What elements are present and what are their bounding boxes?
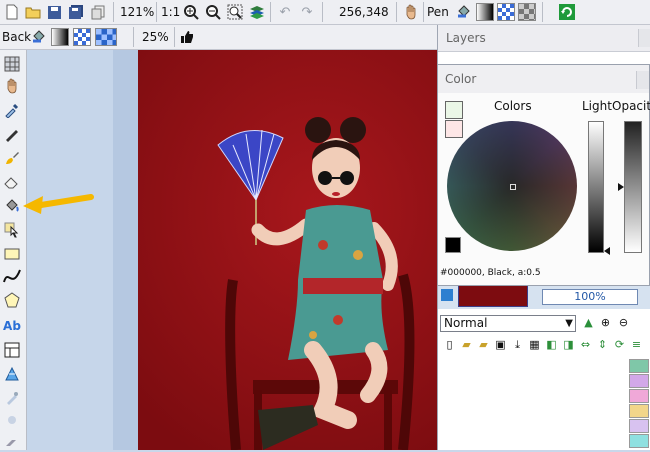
download-layer-icon[interactable]: ⤓: [510, 337, 525, 352]
main-toolbar: 121% 1:1 ↶ ↷ 256,348 Pen: [0, 0, 650, 25]
zoom-in-icon[interactable]: [182, 3, 200, 21]
zoom-out-icon[interactable]: [204, 3, 222, 21]
layer-grid-icon[interactable]: [441, 289, 453, 301]
coordinates-readout: 256,348: [339, 5, 389, 19]
color-readout: #000000, Black, a:0.5: [440, 268, 541, 278]
pattern-fill-swatch[interactable]: [497, 3, 515, 21]
new-layer-icon[interactable]: ▯: [442, 337, 457, 352]
undo-icon[interactable]: ↶: [276, 3, 294, 21]
triangle-icon[interactable]: ▲: [581, 315, 596, 330]
flip-layer-icon[interactable]: ◧: [544, 337, 559, 352]
color-window-title: Color: [445, 72, 477, 86]
smudge-tool-icon[interactable]: [2, 432, 22, 452]
palette-swatch[interactable]: [629, 404, 649, 418]
workspace-margin: [113, 50, 138, 450]
text-tool-icon[interactable]: Ab: [2, 316, 22, 336]
layers-title: Layers: [446, 31, 486, 45]
fill-bucket-icon[interactable]: [30, 28, 48, 46]
rotate-layer-icon[interactable]: ⟳: [612, 337, 627, 352]
merge-layer-icon[interactable]: ▣: [493, 337, 508, 352]
clone-tool-icon[interactable]: [2, 388, 22, 408]
actual-size-button[interactable]: 1:1: [161, 4, 180, 20]
blend-mode-value: Normal: [444, 316, 488, 330]
light-label: Light: [582, 99, 612, 113]
zoom-fit-icon[interactable]: [226, 3, 244, 21]
gradient-fill-swatch[interactable]: [476, 3, 494, 21]
palette-swatch[interactable]: [629, 359, 649, 373]
tool-name: Pen: [427, 5, 449, 19]
select-grid-icon[interactable]: [2, 54, 22, 74]
open-layer-icon[interactable]: ▰: [459, 337, 474, 352]
redo-icon[interactable]: ↷: [298, 3, 316, 21]
reset-colors-icon[interactable]: [445, 120, 463, 138]
brush-opacity-value[interactable]: 25%: [142, 29, 169, 45]
palette-swatch[interactable]: [629, 389, 649, 403]
zoom-value[interactable]: 121%: [120, 4, 154, 20]
grid-layer-icon[interactable]: ▦: [527, 337, 542, 352]
warp-tool-icon[interactable]: [2, 364, 22, 384]
open-folder-icon[interactable]: [24, 3, 42, 21]
duplicate-layer-icon[interactable]: ▰: [476, 337, 491, 352]
texture-fill-swatch[interactable]: [95, 28, 117, 46]
pattern-fill-swatch[interactable]: [73, 28, 91, 46]
layer-thumbnail[interactable]: [458, 285, 528, 307]
save-all-icon[interactable]: [67, 3, 85, 21]
pointer-select-icon[interactable]: [2, 220, 22, 240]
brush-icon[interactable]: [2, 148, 22, 168]
new-file-icon[interactable]: [3, 3, 21, 21]
refresh-icon[interactable]: [558, 3, 576, 21]
eraser-icon[interactable]: [2, 172, 22, 192]
zoom-in-icon[interactable]: ⊕: [598, 315, 613, 330]
pencil-icon[interactable]: [2, 124, 22, 144]
fill-bucket-icon[interactable]: [455, 3, 473, 21]
texture-fill-swatch[interactable]: [518, 3, 536, 21]
mask-layer-icon[interactable]: ◨: [561, 337, 576, 352]
color-wheel-cursor[interactable]: [510, 184, 516, 190]
gradient-fill-swatch[interactable]: [51, 28, 69, 46]
palette-swatch[interactable]: [629, 419, 649, 433]
layers-panel-header: Layers: [438, 25, 650, 52]
annotation-arrow: [23, 194, 94, 214]
rectangle-icon[interactable]: [2, 244, 22, 264]
save-icon[interactable]: [45, 3, 63, 21]
layers-close-icon[interactable]: [638, 29, 650, 47]
curve-icon[interactable]: [2, 266, 22, 286]
opacity-slider-handle[interactable]: [618, 183, 624, 191]
zoom-out-icon[interactable]: ⊖: [616, 315, 631, 330]
hand-tool-icon[interactable]: [2, 76, 22, 96]
color-window: Color Colors Light Opacity #000000, Blac…: [437, 64, 650, 286]
move-layer-icon[interactable]: ⇔: [578, 337, 593, 352]
light-slider-handle[interactable]: [604, 247, 610, 255]
palette-swatch[interactable]: [629, 434, 649, 448]
light-slider[interactable]: [588, 121, 604, 253]
color-close-icon[interactable]: [636, 71, 649, 89]
eyedropper-icon[interactable]: [2, 100, 22, 120]
back-label: Back: [2, 30, 32, 44]
hand-icon[interactable]: [402, 3, 420, 21]
swap-colors-icon[interactable]: [445, 101, 463, 119]
tool-panel: Ab: [0, 50, 27, 450]
chevron-down-icon: ▼: [565, 318, 573, 329]
blend-mode-select[interactable]: Normal ▼: [440, 315, 576, 332]
layers-icon[interactable]: [248, 3, 266, 21]
align-layer-icon[interactable]: ≡: [629, 337, 644, 352]
thumbs-up-icon[interactable]: [178, 28, 196, 46]
resize-layer-icon[interactable]: ⇕: [595, 337, 610, 352]
colors-label: Colors: [494, 99, 532, 113]
layer-opacity-field[interactable]: 100%: [542, 289, 638, 305]
palette-swatch[interactable]: [629, 374, 649, 388]
sparkle-tool-icon[interactable]: [2, 410, 22, 430]
table-tool-icon[interactable]: [2, 340, 22, 360]
opacity-label: Opacity: [612, 99, 650, 113]
color-window-header[interactable]: Color: [438, 65, 649, 93]
copy-icon[interactable]: [89, 3, 107, 21]
opacity-slider[interactable]: [624, 121, 642, 253]
polygon-icon[interactable]: [2, 290, 22, 310]
current-color-swatch[interactable]: [445, 237, 461, 253]
